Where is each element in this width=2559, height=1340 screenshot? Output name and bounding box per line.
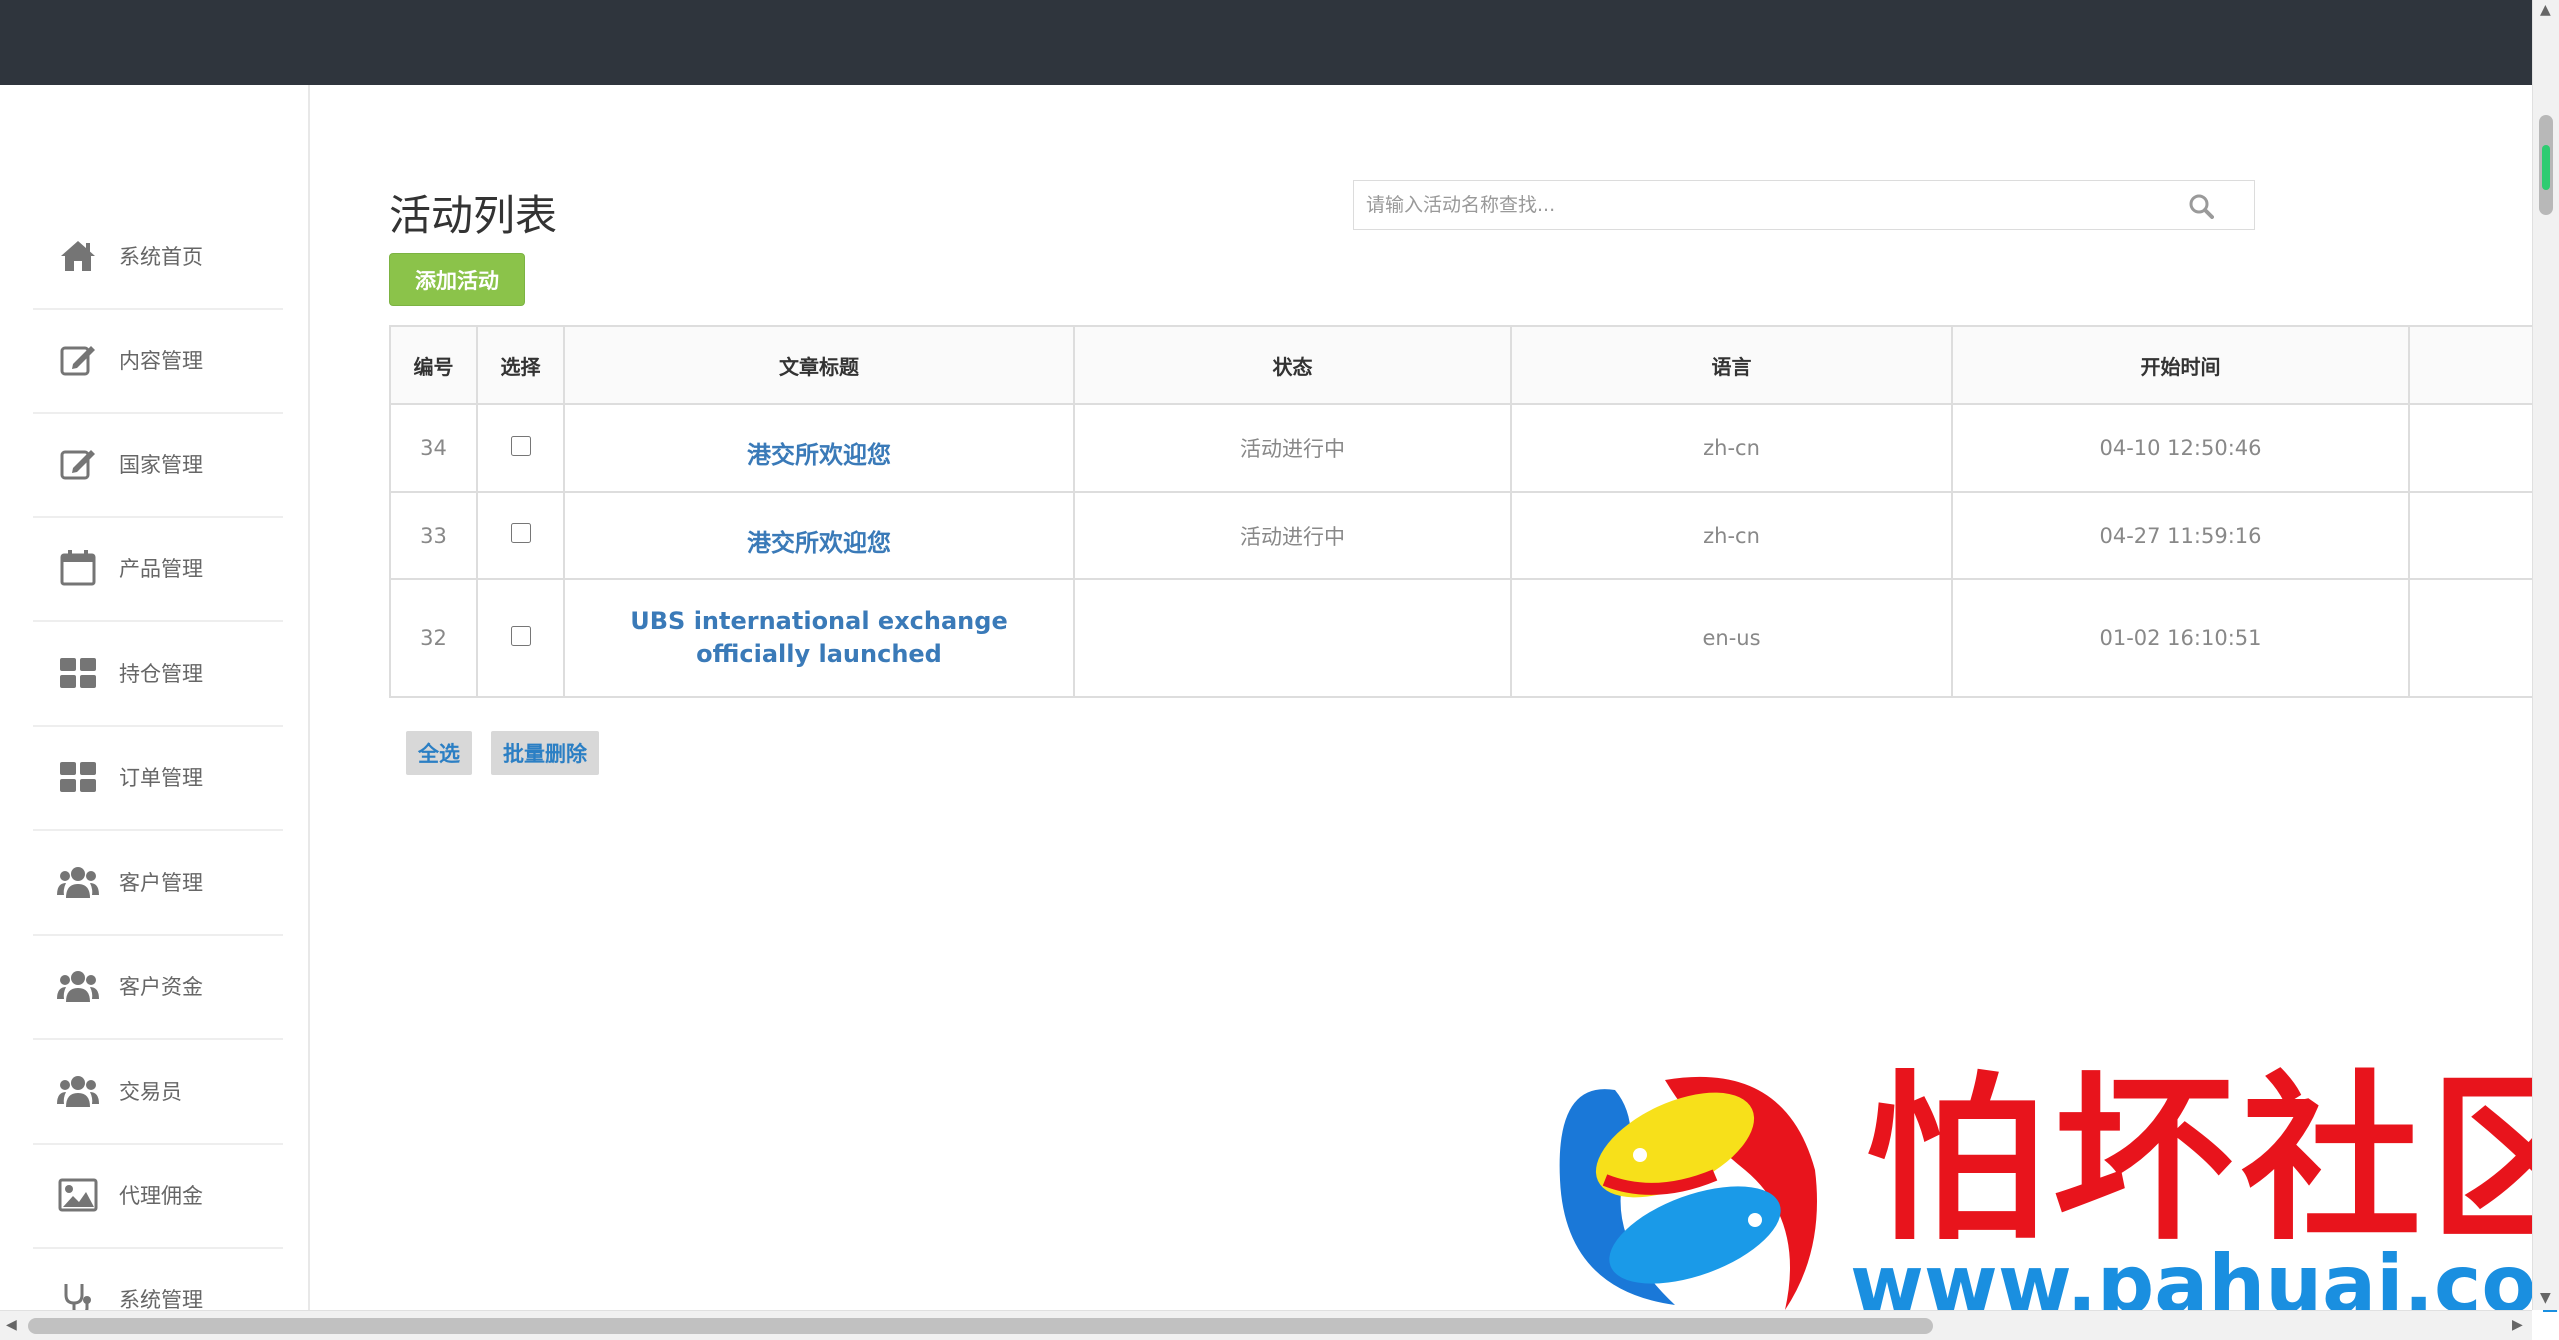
table-row: 34 港交所欢迎您 活动进行中 zh-cn 04-10 12:50:46 [389,403,2534,493]
row-checkbox[interactable] [510,523,531,543]
sidebar-item-agent-commission[interactable]: 代理佣金 [33,1143,283,1249]
sidebar-item-country[interactable]: 国家管理 [33,412,283,518]
scroll-up-arrow-icon[interactable]: ▲ [2540,2,2551,18]
horizontal-scrollbar[interactable]: ◀ ▶ [0,1310,2532,1340]
search-input[interactable] [1354,181,2148,229]
image-icon [57,1174,99,1216]
sidebar-item-label: 系统管理 [119,1288,203,1310]
row-start-time: 01-02 16:10:51 [1951,578,2410,698]
sidebar: 系统首页 内容管理 国家管理 产品管理 持仓管理 订单管理 客户管理 客户资金 … [0,85,310,1310]
users-icon [57,861,99,903]
row-status: 活动进行中 [1073,491,1512,580]
sidebar-item-order[interactable]: 订单管理 [33,725,283,831]
row-select-cell [476,403,565,493]
users-icon [57,1070,99,1112]
row-title-cell: 港交所欢迎您 [563,491,1075,580]
batch-delete-button[interactable]: 批量删除 [491,731,599,775]
row-checkbox[interactable] [510,435,531,456]
row-title-cell: UBS international exchange officially la… [563,578,1075,698]
row-start-time: 04-27 11:59:16 [1951,491,2410,580]
row-title-link[interactable]: 港交所欢迎您 [747,529,891,557]
select-all-button[interactable]: 全选 [406,731,472,775]
calendar-icon [57,547,99,589]
page-title: 活动列表 [389,191,558,240]
watermark: 怕坏社区 www.pahuai.com [1545,1060,2559,1331]
row-select-cell [476,491,565,580]
top-navbar [0,0,2532,85]
sidebar-item-label: 客户管理 [119,871,203,895]
search-box [1353,180,2255,230]
horizontal-scroll-thumb[interactable] [28,1318,1933,1334]
table-header-row: 编号 选择 文章标题 状态 语言 开始时间 [389,325,2534,405]
row-id: 33 [389,491,478,580]
sidebar-item-label: 持仓管理 [119,662,203,686]
scroll-right-arrow-icon[interactable]: ▶ [2512,1317,2523,1333]
sidebar-item-label: 交易员 [119,1080,182,1104]
fish-logo-icon [1559,1076,1817,1310]
watermark-text: 怕坏社区 [1865,1054,2559,1265]
row-status: 活动进行中 [1073,403,1512,493]
row-title-link[interactable]: UBS international exchange officially la… [630,607,1007,668]
row-language: zh-cn [1510,491,1953,580]
row-title-link[interactable]: 港交所欢迎您 [747,441,891,469]
vertical-scroll-thumb[interactable] [2539,115,2553,215]
row-id: 34 [389,403,478,493]
sidebar-item-position[interactable]: 持仓管理 [33,621,283,727]
row-select-cell [476,578,565,698]
grid-icon [57,652,99,694]
scroll-down-arrow-icon[interactable]: ▼ [2540,1290,2551,1306]
users-icon [57,965,99,1007]
sidebar-item-label: 订单管理 [119,766,203,790]
sidebar-item-label: 代理佣金 [119,1184,203,1208]
edit-icon [57,443,99,485]
row-extra [2408,491,2534,580]
table-row: 32 UBS international exchange officially… [389,578,2534,698]
sidebar-item-label: 国家管理 [119,453,203,477]
header-select: 选择 [476,325,565,405]
row-status [1073,578,1512,698]
grid-icon [57,756,99,798]
row-id: 32 [389,578,478,698]
sidebar-item-customer-funds[interactable]: 客户资金 [33,934,283,1040]
header-start-time: 开始时间 [1951,325,2410,405]
sidebar-item-label: 系统首页 [119,245,203,269]
search-icon[interactable] [2188,193,2214,219]
table-row: 33 港交所欢迎您 活动进行中 zh-cn 04-27 11:59:16 [389,491,2534,580]
sidebar-item-label: 内容管理 [119,349,203,373]
header-title: 文章标题 [563,325,1075,405]
row-extra [2408,403,2534,493]
sidebar-item-content[interactable]: 内容管理 [33,308,283,414]
sidebar-item-system[interactable]: 系统管理 [33,1247,283,1310]
sidebar-item-trader[interactable]: 交易员 [33,1039,283,1145]
header-id: 编号 [389,325,478,405]
sidebar-item-product[interactable]: 产品管理 [33,516,283,622]
vertical-scrollbar[interactable]: ▲ ▼ [2532,0,2559,1310]
row-start-time: 04-10 12:50:46 [1951,403,2410,493]
sidebar-item-label: 客户资金 [119,975,203,999]
row-checkbox[interactable] [510,625,531,646]
scroll-left-arrow-icon[interactable]: ◀ [6,1317,17,1333]
row-extra [2408,578,2534,698]
sidebar-item-home[interactable]: 系统首页 [33,204,283,310]
row-language: zh-cn [1510,403,1953,493]
activity-table: 编号 选择 文章标题 状态 语言 开始时间 34 港交所欢迎您 活动进行中 zh… [389,325,2534,698]
header-extra [2408,325,2534,405]
home-icon [57,235,99,277]
add-activity-button[interactable]: 添加活动 [389,253,525,306]
header-language: 语言 [1510,325,1953,405]
header-status: 状态 [1073,325,1512,405]
sidebar-item-customer[interactable]: 客户管理 [33,830,283,936]
edit-icon [57,339,99,381]
row-title-cell: 港交所欢迎您 [563,403,1075,493]
row-language: en-us [1510,578,1953,698]
stethoscope-icon [57,1278,99,1310]
sidebar-item-label: 产品管理 [119,557,203,581]
